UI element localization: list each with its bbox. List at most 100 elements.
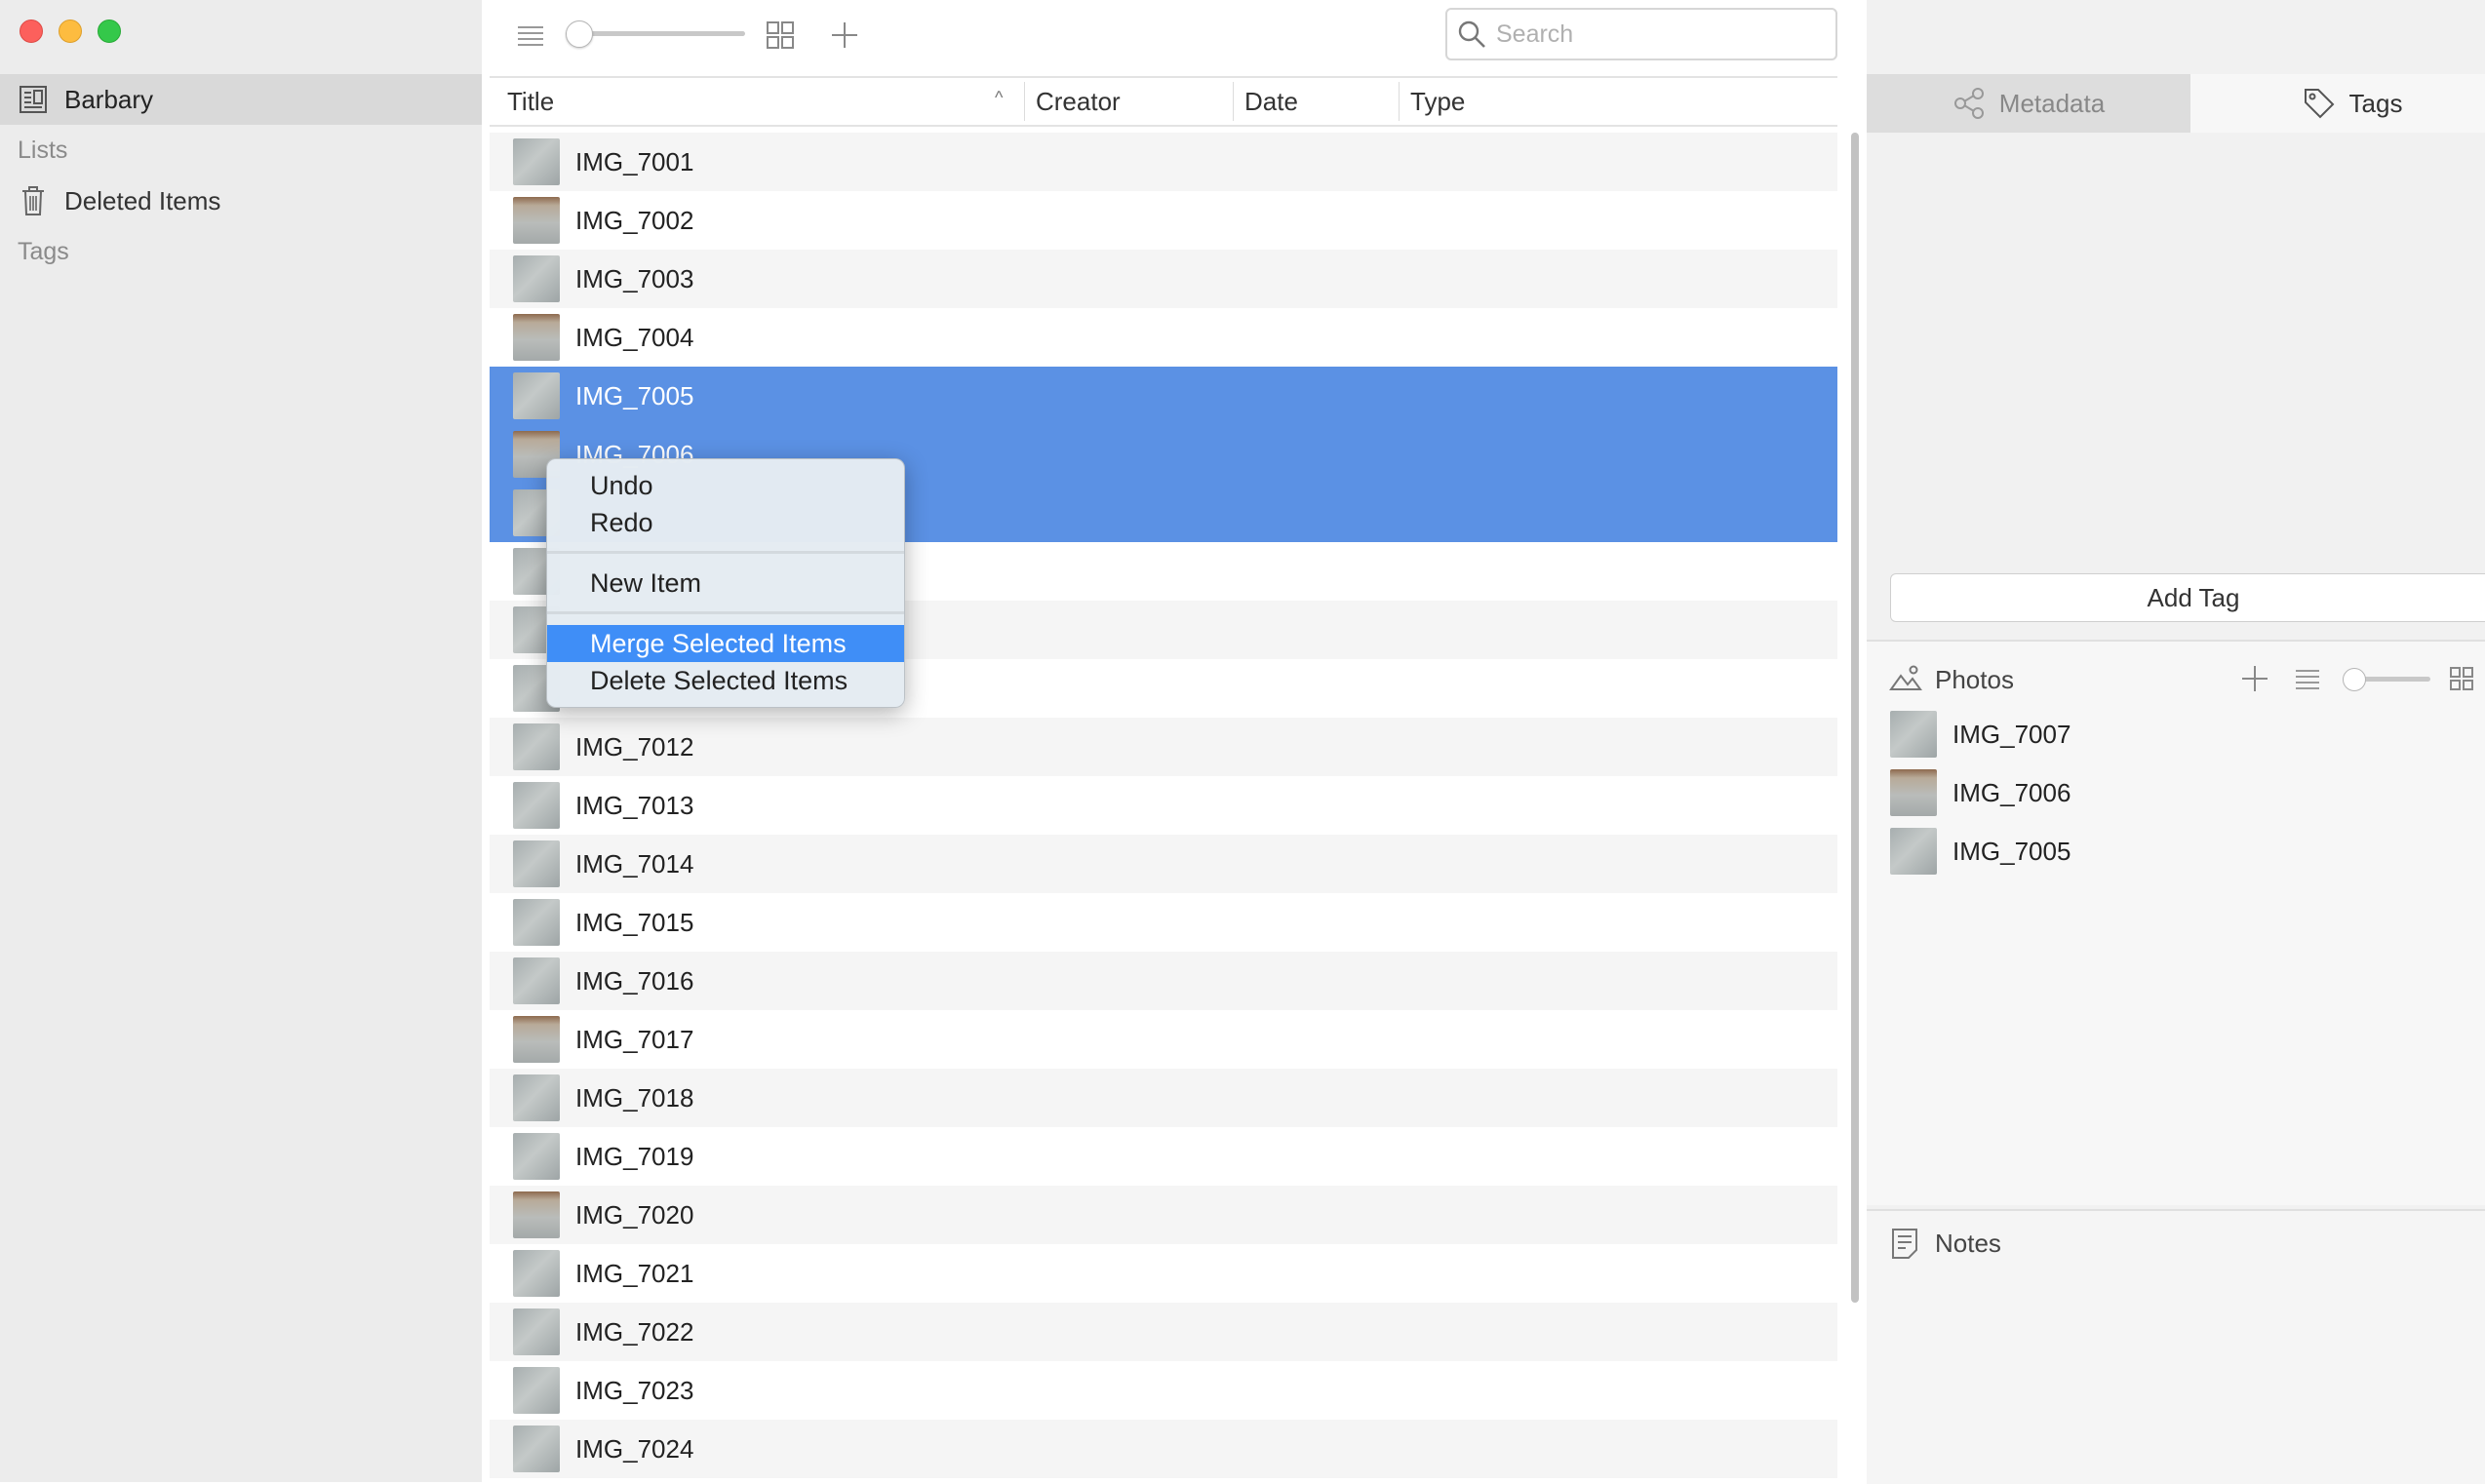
item-thumbnail — [513, 1016, 560, 1063]
tab-tags[interactable]: Tags — [2190, 74, 2485, 133]
table-header: Title ^ Creator Date Type — [490, 76, 1837, 127]
grid-view-icon[interactable] — [763, 18, 798, 53]
table-row[interactable]: IMG_7023 — [490, 1361, 1837, 1420]
notes-title[interactable]: Notes — [1935, 1229, 2001, 1259]
item-title: IMG_7021 — [575, 1258, 694, 1288]
table-row[interactable]: IMG_7004 — [490, 308, 1837, 367]
sidebar-item-label: Barbary — [64, 84, 154, 114]
slider-knob[interactable] — [566, 20, 593, 48]
column-header-creator[interactable]: Creator — [1036, 78, 1121, 125]
menu-item-undo[interactable]: Undo — [547, 467, 904, 504]
column-header-type[interactable]: Type — [1410, 78, 1465, 125]
photos-panel: Photos IMG_7007 IMG_7006 IMG_7005 — [1867, 640, 2485, 1205]
window-minimize-button[interactable] — [59, 20, 82, 43]
item-table-body: IMG_7001 IMG_7002 IMG_7003 IMG_7004 IMG_7005… — [490, 133, 1837, 1478]
slider-knob[interactable] — [2343, 668, 2366, 691]
photo-item[interactable]: IMG_7007 — [1890, 710, 2071, 759]
photo-zoom-slider[interactable] — [2343, 668, 2430, 691]
menu-item-label: Delete Selected Items — [590, 665, 848, 695]
item-thumbnail — [513, 1074, 560, 1121]
list-view-icon[interactable] — [513, 18, 548, 53]
search-field[interactable] — [1445, 8, 1837, 60]
table-row[interactable]: IMG_7014 — [490, 835, 1837, 893]
item-title: IMG_7022 — [575, 1316, 694, 1347]
menu-item-delete-selected[interactable]: Delete Selected Items — [547, 662, 904, 699]
photos-title: Photos — [1935, 665, 2014, 694]
item-title: IMG_7016 — [575, 965, 694, 996]
plus-icon[interactable] — [2237, 661, 2272, 696]
photo-thumbnail — [1890, 769, 1937, 816]
table-row[interactable]: IMG_7003 — [490, 250, 1837, 308]
column-header-title[interactable]: Title — [507, 78, 554, 125]
sidebar-item-deleted[interactable]: Deleted Items — [0, 176, 482, 226]
photos-header: Photos — [1867, 653, 2485, 704]
tab-metadata[interactable]: Metadata — [1867, 74, 2190, 133]
table-row[interactable]: IMG_7012 — [490, 718, 1837, 776]
photo-thumbnail — [1890, 711, 1937, 758]
zoom-slider[interactable] — [566, 20, 745, 48]
tags-heading: Tags — [18, 238, 69, 265]
table-row[interactable]: IMG_7015 — [490, 893, 1837, 952]
menu-item-label: Undo — [590, 470, 653, 500]
search-input[interactable] — [1494, 19, 1810, 50]
column-header-date[interactable]: Date — [1244, 78, 1298, 125]
add-tag-button[interactable]: Add Tag — [1890, 573, 2485, 622]
search-icon — [1457, 20, 1486, 49]
item-list-pane: Title ^ Creator Date Type IMG_7001IMG_70… — [482, 0, 1867, 1482]
item-title: IMG_7004 — [575, 322, 694, 352]
sidebar-item-project[interactable]: Barbary — [0, 74, 482, 125]
item-thumbnail — [513, 899, 560, 946]
item-thumbnail — [513, 197, 560, 244]
sidebar: Barbary Lists Deleted Items Tags — [0, 0, 482, 1482]
item-thumbnail — [513, 138, 560, 185]
window-maximize-button[interactable] — [98, 20, 121, 43]
inspector-panel: Metadata Tags Add Tag Photos IMG_7007 IM… — [1867, 0, 2485, 1484]
item-title: IMG_7019 — [575, 1141, 694, 1171]
photo-item[interactable]: IMG_7005 — [1890, 827, 2071, 876]
list-view-icon[interactable] — [2290, 661, 2325, 696]
table-row[interactable]: IMG_7016 — [490, 952, 1837, 1010]
menu-item-merge-selected[interactable]: Merge Selected Items — [547, 625, 904, 662]
item-title: IMG_7020 — [575, 1199, 694, 1230]
table-row[interactable]: IMG_7021 — [490, 1244, 1837, 1303]
plus-icon[interactable] — [827, 18, 862, 53]
window-close-button[interactable] — [20, 20, 43, 43]
column-divider[interactable] — [1233, 82, 1234, 121]
tab-label: Metadata — [1998, 88, 2106, 118]
photos-icon — [1888, 661, 1923, 696]
item-title: IMG_7014 — [575, 848, 694, 879]
photo-label: IMG_7005 — [1952, 836, 2071, 866]
table-row[interactable]: IMG_7001 — [490, 133, 1837, 191]
context-menu: Undo Redo New Item Merge Selected Items … — [546, 458, 905, 708]
menu-separator — [547, 551, 904, 554]
table-row[interactable]: IMG_7002 — [490, 191, 1837, 250]
menu-item-redo[interactable]: Redo — [547, 504, 904, 541]
photo-item[interactable]: IMG_7006 — [1890, 768, 2071, 817]
menu-item-label: New Item — [590, 567, 702, 598]
item-title: IMG_7023 — [575, 1375, 694, 1405]
tag-icon — [2303, 87, 2336, 120]
item-title: IMG_7017 — [575, 1024, 694, 1054]
menu-item-label: Merge Selected Items — [590, 628, 847, 658]
photo-thumbnail — [1890, 828, 1937, 875]
table-row[interactable]: IMG_7005 — [490, 367, 1837, 425]
menu-item-new-item[interactable]: New Item — [547, 565, 904, 602]
table-row[interactable]: IMG_7024 — [490, 1420, 1837, 1478]
column-divider[interactable] — [1024, 82, 1025, 121]
item-title: IMG_7018 — [575, 1082, 694, 1113]
table-row[interactable]: IMG_7018 — [490, 1069, 1837, 1127]
toolbar — [482, 0, 1867, 72]
table-row[interactable]: IMG_7022 — [490, 1303, 1837, 1361]
column-divider[interactable] — [1399, 82, 1400, 121]
item-thumbnail — [513, 1367, 560, 1414]
photo-label: IMG_7007 — [1952, 719, 2071, 749]
grid-view-icon[interactable] — [2444, 661, 2479, 696]
table-row[interactable]: IMG_7019 — [490, 1127, 1837, 1186]
item-thumbnail — [513, 255, 560, 302]
vertical-scrollbar[interactable] — [1851, 133, 1859, 1303]
table-row[interactable]: IMG_7017 — [490, 1010, 1837, 1069]
table-row[interactable]: IMG_7013 — [490, 776, 1837, 835]
table-row[interactable]: IMG_7020 — [490, 1186, 1837, 1244]
item-thumbnail — [513, 314, 560, 361]
item-thumbnail — [513, 723, 560, 770]
